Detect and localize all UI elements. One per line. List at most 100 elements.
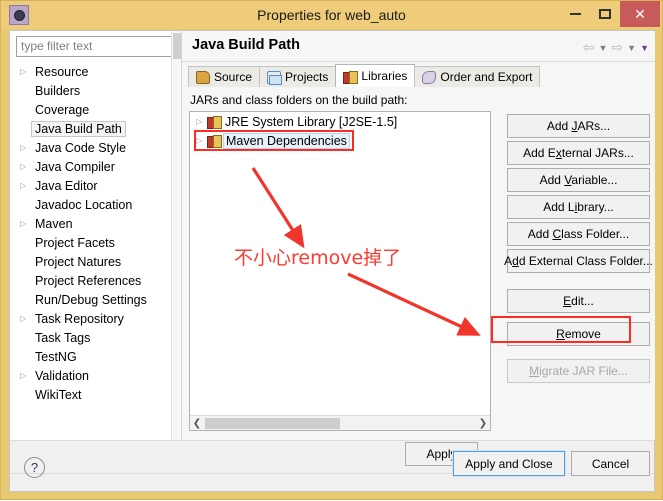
- chevron-right-icon[interactable]: ▷: [20, 67, 32, 76]
- title-divider: [182, 61, 655, 62]
- chevron-right-icon[interactable]: ▷: [20, 162, 32, 171]
- sidebar-item-testng[interactable]: TestNG: [10, 347, 181, 366]
- library-icon: [207, 134, 222, 148]
- tab-projects[interactable]: Projects: [259, 66, 337, 87]
- sidebar-item-wikitext[interactable]: WikiText: [10, 385, 181, 404]
- sidebar-scrollbar-thumb[interactable]: [173, 33, 181, 59]
- add-class-folder-button[interactable]: Add Class Folder...: [507, 222, 650, 246]
- close-button[interactable]: ✕: [620, 1, 660, 27]
- list-label: JARs and class folders on the build path…: [190, 93, 408, 107]
- add-library-button[interactable]: Add Library...: [507, 195, 650, 219]
- cancel-button[interactable]: Cancel: [571, 451, 650, 476]
- sidebar-item-builders[interactable]: Builders: [10, 81, 181, 100]
- migrate-jar-file-button: Migrate JAR File...: [507, 359, 650, 383]
- button-label: Edit...: [563, 294, 594, 308]
- libraries-books-icon: [343, 70, 359, 84]
- tab-label: Order and Export: [440, 70, 533, 84]
- sidebar-item-label: Builders: [35, 83, 81, 98]
- chevron-right-icon[interactable]: ▷: [20, 219, 32, 228]
- sidebar-item-run-debug-settings[interactable]: Run/Debug Settings: [10, 290, 181, 309]
- arrow-right-icon[interactable]: ⇨: [611, 39, 623, 56]
- sidebar-item-label: Validation: [35, 368, 89, 383]
- button-label: Migrate JAR File...: [529, 364, 628, 378]
- button-label: Add Library...: [543, 200, 614, 214]
- list-item-label: JRE System Library [J2SE-1.5]: [225, 114, 398, 129]
- sidebar-item-validation[interactable]: ▷ Validation: [10, 366, 181, 385]
- sidebar-scrollbar[interactable]: [171, 31, 181, 440]
- sidebar-item-label: Java Code Style: [35, 140, 127, 155]
- sidebar-item-resource[interactable]: ▷ Resource: [10, 62, 181, 81]
- chevron-right-icon[interactable]: ▷: [196, 117, 207, 126]
- page-nav-icons: ⇦ ▼ ⇨ ▼ ▼: [583, 39, 649, 56]
- sidebar-item-task-tags[interactable]: Task Tags: [10, 328, 181, 347]
- edit-button[interactable]: Edit...: [507, 289, 650, 313]
- sidebar-item-label: Java Compiler: [35, 159, 115, 174]
- build-path-list[interactable]: ▷ JRE System Library [J2SE-1.5] ▷ Maven Dep…: [189, 111, 491, 431]
- add-external-jars-button[interactable]: Add External JARs...: [507, 141, 650, 165]
- sidebar-item-task-repository[interactable]: ▷ Task Repository: [10, 309, 181, 328]
- help-question-icon[interactable]: ?: [24, 457, 45, 478]
- tab-order-and-export[interactable]: Order and Export: [414, 66, 541, 87]
- chevron-left-icon[interactable]: ❮: [190, 418, 204, 429]
- sidebar-item-project-natures[interactable]: Project Natures: [10, 252, 181, 271]
- chevron-right-icon[interactable]: ▷: [196, 136, 207, 145]
- footer-divider-top: [10, 440, 654, 441]
- forward-history-chevron-down-icon[interactable]: ▼: [627, 43, 636, 53]
- sidebar-item-java-code-style[interactable]: ▷ Java Code Style: [10, 138, 181, 157]
- remove-button[interactable]: Remove: [507, 322, 650, 346]
- dialog-body: type filter text ▷ Resource Builders Covera…: [9, 30, 655, 492]
- list-item[interactable]: ▷ Maven Dependencies: [190, 131, 490, 150]
- button-label: Add JARs...: [546, 119, 611, 133]
- projects-folder-icon: [267, 70, 283, 85]
- sidebar-item-coverage[interactable]: Coverage: [10, 100, 181, 119]
- sidebar-item-project-facets[interactable]: Project Facets: [10, 233, 181, 252]
- chevron-right-icon[interactable]: ▷: [20, 181, 32, 190]
- sidebar-item-label: Project References: [35, 273, 142, 288]
- list-item-label: Maven Dependencies: [223, 132, 350, 149]
- add-external-class-folder-button[interactable]: Add External Class Folder...: [504, 249, 653, 273]
- sidebar-item-java-compiler[interactable]: ▷ Java Compiler: [10, 157, 181, 176]
- apply-and-close-button[interactable]: Apply and Close: [452, 450, 566, 477]
- hscrollbar-thumb[interactable]: [205, 418, 340, 429]
- view-menu-chevron-down-icon[interactable]: ▼: [640, 43, 649, 53]
- tab-libraries[interactable]: Libraries: [335, 64, 416, 87]
- chevron-right-icon[interactable]: ▷: [20, 143, 32, 152]
- library-icon: [207, 115, 222, 129]
- sidebar-item-project-references[interactable]: Project References: [10, 271, 181, 290]
- chevron-right-icon[interactable]: ▷: [20, 314, 32, 323]
- filter-input[interactable]: type filter text: [16, 36, 173, 57]
- apply-button-label: Apply: [426, 447, 457, 461]
- build-path-pane: Java Build Path ⇦ ▼ ⇨ ▼ ▼ Source Projects…: [182, 31, 655, 440]
- sidebar-item-label: Coverage: [35, 102, 90, 117]
- arrow-left-icon[interactable]: ⇦: [583, 39, 595, 56]
- list-horizontal-scrollbar[interactable]: ❮ ❯: [190, 415, 490, 430]
- list-item[interactable]: ▷ JRE System Library [J2SE-1.5]: [190, 112, 490, 131]
- page-title: Java Build Path: [192, 37, 300, 53]
- dialog-footer: ? Apply and Close Cancel: [10, 450, 654, 491]
- chevron-right-icon[interactable]: ❯: [476, 418, 490, 429]
- sidebar-item-label: Run/Debug Settings: [35, 292, 147, 307]
- add-variable-button[interactable]: Add Variable...: [507, 168, 650, 192]
- maximize-button[interactable]: [590, 2, 620, 26]
- sidebar-item-maven[interactable]: ▷ Maven: [10, 214, 181, 233]
- tab-label: Libraries: [361, 69, 408, 83]
- sidebar-item-javadoc-location[interactable]: Javadoc Location: [10, 195, 181, 214]
- sidebar-item-label: Maven: [35, 216, 73, 231]
- sidebar-item-label: Javadoc Location: [35, 197, 133, 212]
- sidebar-item-java-editor[interactable]: ▷ Java Editor: [10, 176, 181, 195]
- button-label: Remove: [556, 327, 601, 341]
- sidebar-item-label: Project Natures: [35, 254, 122, 269]
- sidebar-item-label: WikiText: [35, 387, 82, 402]
- chevron-right-icon[interactable]: ▷: [20, 371, 32, 380]
- sidebar-item-label: Java Editor: [35, 178, 98, 193]
- properties-window: Properties for web_auto ✕ type filter te…: [0, 0, 663, 500]
- settings-sidebar: type filter text ▷ Resource Builders Covera…: [10, 31, 182, 440]
- sidebar-item-label: Java Build Path: [31, 120, 126, 137]
- tab-source[interactable]: Source: [188, 66, 261, 87]
- settings-tree[interactable]: ▷ Resource Builders Coverage Java Build Path…: [10, 62, 181, 438]
- sidebar-item-java-build-path[interactable]: Java Build Path: [10, 119, 181, 138]
- sidebar-item-label: TestNG: [35, 349, 77, 364]
- add-jars-button[interactable]: Add JARs...: [507, 114, 650, 138]
- back-history-chevron-down-icon[interactable]: ▼: [599, 43, 608, 53]
- minimize-button[interactable]: [560, 2, 590, 26]
